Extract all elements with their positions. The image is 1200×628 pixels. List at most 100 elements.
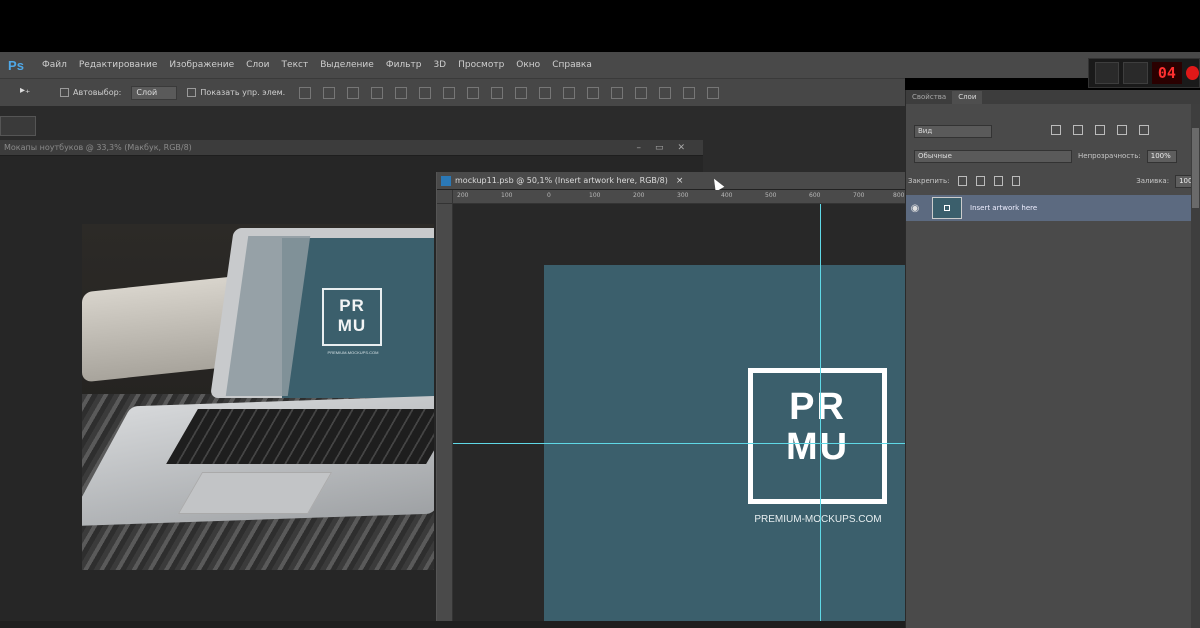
show-transform-checkbox[interactable] (187, 88, 197, 97)
3d-slide-icon[interactable] (683, 86, 696, 99)
3d-roll-icon[interactable] (635, 86, 648, 99)
menu-select[interactable]: Выделение (320, 60, 374, 70)
align-middle-icon[interactable] (323, 86, 336, 99)
ruler-tick: 600 (809, 192, 821, 199)
distribute-top-icon[interactable] (443, 86, 456, 99)
visibility-eye-icon[interactable]: ◉ (906, 203, 924, 214)
menu-file[interactable]: Файл (42, 60, 67, 70)
filter-adjustment-icon[interactable] (1072, 124, 1083, 135)
document-title-bar[interactable]: Мокапы ноутбуков @ 33,3% (Макбук, RGB/8)… (0, 140, 703, 156)
move-tool-icon[interactable]: ▸₊ (20, 85, 50, 101)
menu-image[interactable]: Изображение (169, 60, 234, 70)
horizontal-guide[interactable] (453, 443, 906, 444)
tab-close-icon[interactable]: × (676, 176, 684, 186)
minimize-icon[interactable]: – (636, 140, 641, 155)
menu-3d[interactable]: 3D (433, 60, 446, 70)
menu-view[interactable]: Просмотр (458, 60, 504, 70)
collapsed-tab[interactable] (0, 116, 36, 136)
align-top-icon[interactable] (299, 86, 312, 99)
opacity-input[interactable]: 100% (1146, 149, 1177, 163)
ruler-tick: 700 (853, 192, 865, 199)
auto-select-checkbox[interactable] (60, 88, 69, 97)
recorder-cell (1123, 62, 1148, 84)
align-buttons (299, 86, 720, 99)
ruler-origin[interactable] (437, 190, 453, 204)
layer-row-selected[interactable]: ◉ Insert artwork here (906, 195, 1191, 221)
distribute-left-icon[interactable] (515, 86, 528, 99)
3d-rotate-icon[interactable] (611, 86, 624, 99)
document-tab-title: mockup11.psb @ 50,1% (Insert artwork her… (455, 176, 668, 185)
opacity-label: Непрозрачность: (1078, 152, 1141, 160)
3d-drag-icon[interactable] (659, 86, 672, 99)
document-window-artwork: mockup11.psb @ 50,1% (Insert artwork her… (436, 172, 906, 628)
screen-logo: PR MU (322, 288, 382, 346)
filter-icons (1042, 124, 1149, 138)
ruler-tick: 0 (547, 192, 551, 199)
scrollbar-thumb[interactable] (1192, 128, 1199, 208)
document-tab[interactable]: mockup11.psb @ 50,1% (Insert artwork her… (437, 172, 905, 190)
align-center-icon[interactable] (395, 86, 408, 99)
tab-layers[interactable]: Слои (952, 91, 983, 104)
panel-tabs: Свойства Слои (906, 90, 1200, 104)
filter-shape-icon[interactable] (1116, 124, 1127, 135)
ruler-tick: 100 (589, 192, 601, 199)
filter-type-icon[interactable] (1094, 124, 1105, 135)
align-left-icon[interactable] (371, 86, 384, 99)
auto-select-dropdown[interactable]: Слой (131, 85, 178, 100)
top-black-bar (0, 0, 1200, 52)
record-dot-icon (1185, 66, 1199, 80)
lock-all-icon[interactable] (1011, 176, 1021, 186)
document-title: Мокапы ноутбуков @ 33,3% (Макбук, RGB/8) (4, 143, 192, 152)
recorder-cell (1095, 62, 1120, 84)
vertical-ruler[interactable] (437, 190, 453, 628)
panel-scrollbar[interactable] (1191, 104, 1200, 628)
lock-position-icon[interactable] (993, 176, 1003, 186)
layer-name: Insert artwork here (970, 204, 1038, 212)
screen-logo-bottom: MU (337, 316, 367, 335)
lock-pixels-icon[interactable] (976, 176, 985, 186)
ruler-tick: 300 (677, 192, 689, 199)
close-icon[interactable]: ✕ (677, 140, 685, 155)
menu-filter[interactable]: Фильтр (386, 60, 422, 70)
distribute-middle-icon[interactable] (467, 86, 480, 99)
laptop-mockup-photo: PR MU PREMIUM-MOCKUPS.COM (82, 224, 434, 570)
lock-row: Закрепить: Заливка: 100% (906, 170, 1200, 192)
screen-recorder-widget: 04 (1088, 58, 1200, 88)
lock-transparency-icon[interactable] (958, 176, 968, 186)
distribute-bottom-icon[interactable] (491, 86, 504, 99)
menu-help[interactable]: Справка (552, 60, 592, 70)
ruler-tick: 800 (893, 192, 905, 199)
lock-label: Закрепить: (908, 177, 950, 185)
status-strip (0, 621, 905, 628)
menu-window[interactable]: Окно (516, 60, 540, 70)
ruler-tick: 500 (765, 192, 777, 199)
3d-scale-icon[interactable] (707, 86, 720, 99)
distribute-right-icon[interactable] (563, 86, 576, 99)
tab-properties[interactable]: Свойства (906, 91, 952, 104)
layer-filter-dropdown[interactable]: Вид (914, 124, 992, 138)
layers-panel: Свойства Слои Вид Обычные Непрозрачность… (905, 90, 1200, 628)
menu-edit[interactable]: Редактирование (79, 60, 158, 70)
menu-type[interactable]: Текст (282, 60, 309, 70)
recorder-counter: 04 (1151, 62, 1182, 84)
photoshop-logo-icon: Ps (8, 57, 24, 73)
auto-align-icon[interactable] (587, 86, 600, 99)
vertical-guide[interactable] (820, 204, 821, 628)
laptop-trackpad (177, 472, 333, 514)
menu-layers[interactable]: Слои (246, 60, 269, 70)
filter-pixel-icon[interactable] (1051, 124, 1061, 135)
align-right-icon[interactable] (419, 86, 432, 99)
screen-logo-top: PR (339, 296, 365, 315)
horizontal-ruler[interactable]: 200 100 0 100 200 300 400 500 600 700 80… (453, 190, 906, 204)
ruler-tick: 100 (501, 192, 513, 199)
smart-object-badge-icon (944, 205, 950, 211)
blend-row: Обычные Непрозрачность: 100% (906, 145, 1200, 167)
align-bottom-icon[interactable] (347, 86, 360, 99)
blend-mode-dropdown[interactable]: Обычные (914, 149, 1072, 163)
psb-file-icon (441, 175, 451, 186)
maximize-icon[interactable]: ▭ (655, 140, 664, 155)
artwork-url: PREMIUM-MOCKUPS.COM (754, 514, 882, 525)
filter-smart-object-icon[interactable] (1138, 124, 1149, 135)
layer-thumbnail (932, 197, 962, 219)
distribute-center-icon[interactable] (539, 86, 552, 99)
